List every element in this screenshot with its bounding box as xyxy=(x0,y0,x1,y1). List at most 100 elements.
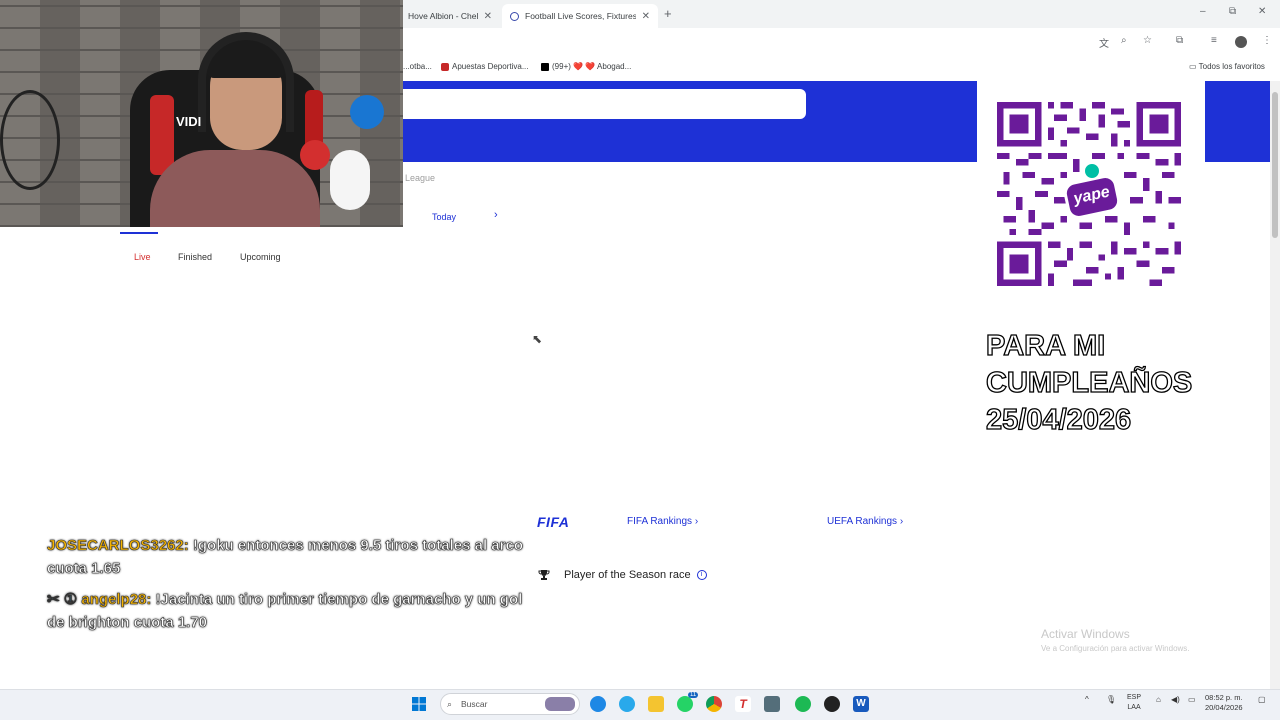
taskbar-search-input[interactable]: ⌕ Buscar xyxy=(440,693,580,715)
zoom-icon[interactable]: ⌕ xyxy=(1121,35,1127,46)
activation-title: Activar Windows xyxy=(1041,627,1130,641)
star-icon[interactable]: ☆ xyxy=(1143,35,1152,46)
scrollbar-thumb[interactable] xyxy=(1272,92,1278,238)
player-of-season-label: Player of the Season race xyxy=(564,569,691,581)
new-tab-button[interactable]: + xyxy=(664,6,672,21)
whatsapp-badge: 11 xyxy=(688,692,699,698)
chat-message: JOSECARLOS3262: !goku entonces menos 9.5… xyxy=(47,534,542,580)
chevron-up-icon[interactable]: ^ xyxy=(1085,695,1089,704)
tab-finished[interactable]: Finished xyxy=(178,252,212,262)
info-icon[interactable]: i xyxy=(696,570,707,580)
bookmark-tiktok[interactable]: (99+) ❤️ ❤️ Abogad... xyxy=(541,62,631,71)
clock-date: 20/04/2026 xyxy=(1205,703,1243,712)
text-app-icon[interactable]: T xyxy=(735,696,751,712)
file-explorer-icon[interactable] xyxy=(648,696,664,712)
player-of-season-link[interactable]: Player of the Season race i xyxy=(538,567,707,583)
yape-badge-icon xyxy=(1083,162,1101,180)
close-icon[interactable]: ✕ xyxy=(484,11,492,22)
webcam-balloon xyxy=(350,95,384,129)
fifa-rankings-link[interactable]: FIFA Rankings › xyxy=(627,516,698,527)
bookmark-label: (99+) ❤️ ❤️ Abogad... xyxy=(552,62,632,71)
fifa-rankings-label: FIFA Rankings xyxy=(627,516,693,527)
telegram-icon[interactable] xyxy=(619,696,635,712)
extensions-icon[interactable]: ⧉ xyxy=(1176,35,1183,46)
microphone-icon[interactable]: 🎙 xyxy=(1106,695,1116,704)
clock-time: 08:52 p. m. xyxy=(1205,693,1243,702)
webcam-toy xyxy=(300,140,330,170)
browser-tab-football-live-scores[interactable]: Football Live Scores, Fixtures &... ✕ xyxy=(502,4,658,28)
chat-message: ✂ ① angelp28: !Jacinta un tiro primer ti… xyxy=(47,588,542,634)
windows-start-icon[interactable] xyxy=(411,696,427,712)
stream-chat-overlay: JOSECARLOS3262: !goku entonces menos 9.5… xyxy=(47,534,542,642)
fifa-logo: FIFA xyxy=(537,514,570,530)
bookmark-item[interactable]: ...otba... xyxy=(403,62,432,71)
birthday-message: PARA MI CUMPLEAÑOS 25/04/2026 xyxy=(985,328,1246,439)
notification-icon[interactable]: ▢ xyxy=(1258,695,1266,704)
all-favorites-folder[interactable]: ▭ Todos los favoritos xyxy=(1189,62,1265,71)
search-placeholder: Buscar xyxy=(461,699,488,709)
browser-tab-brighton-chelsea[interactable]: Hove Albion - Chel... ✕ xyxy=(400,4,500,28)
search-input[interactable] xyxy=(403,89,806,119)
tab-active-indicator xyxy=(120,232,158,234)
system-clock[interactable]: 08:52 p. m. 20/04/2026 xyxy=(1205,693,1243,713)
whatsapp-icon[interactable] xyxy=(677,696,693,712)
mouse-cursor-icon: ⬉ xyxy=(532,332,543,346)
volume-icon[interactable]: ◀) xyxy=(1171,695,1180,704)
media-icon[interactable]: ≡ xyxy=(1211,35,1217,46)
close-icon[interactable]: ✕ xyxy=(642,11,650,22)
uefa-rankings-label: UEFA Rankings xyxy=(827,516,898,527)
maximize-button[interactable]: ⧉ xyxy=(1229,6,1236,17)
battery-icon[interactable]: ▭ xyxy=(1188,695,1196,704)
chevron-right-icon: › xyxy=(694,516,699,527)
menu-icon[interactable]: ⋮ xyxy=(1262,35,1272,46)
obs-icon[interactable] xyxy=(824,696,840,712)
edge-icon[interactable] xyxy=(590,696,606,712)
bookmark-label: Apuestas Deportiva... xyxy=(452,62,529,71)
language-indicator[interactable]: ESP LAA xyxy=(1127,693,1141,713)
chair-brand-text: VIDI xyxy=(176,114,202,129)
windows-activation-watermark: Activar Windows Ve a Configuración para … xyxy=(1041,627,1190,653)
headset-icon xyxy=(198,32,294,132)
uefa-rankings-link[interactable]: UEFA Rankings › xyxy=(827,516,903,527)
chevron-right-icon[interactable]: › xyxy=(494,209,498,221)
birthday-line: 25/04/2026 xyxy=(985,403,1132,436)
word-icon[interactable]: W xyxy=(853,696,869,712)
close-window-button[interactable]: ✕ xyxy=(1258,6,1266,17)
webcam-fan xyxy=(0,90,60,190)
tab-title: Football Live Scores, Fixtures &... xyxy=(525,11,636,21)
search-highlight-image xyxy=(545,697,575,711)
windows-taskbar xyxy=(0,689,1280,720)
minimize-button[interactable]: – xyxy=(1200,6,1206,17)
activation-subtitle: Ve a Configuración para activar Windows. xyxy=(1041,644,1190,653)
bookmark-favicon-icon xyxy=(441,62,449,71)
all-favorites-label: Todos los favoritos xyxy=(1198,62,1265,71)
language-code: ESP xyxy=(1127,694,1142,701)
spotify-icon[interactable] xyxy=(795,696,811,712)
chat-badges: ✂ ① xyxy=(47,591,78,609)
webcam-feed: VIDI xyxy=(0,0,403,227)
tab-upcoming[interactable]: Upcoming xyxy=(240,252,281,262)
network-icon[interactable]: ⌂ xyxy=(1156,695,1161,704)
calculator-icon[interactable] xyxy=(764,696,780,712)
site-favicon-icon xyxy=(510,11,519,21)
date-selector-today[interactable]: Today xyxy=(432,212,456,222)
tab-live[interactable]: Live xyxy=(134,252,151,262)
search-icon: ⌕ xyxy=(447,698,453,709)
profile-avatar[interactable] xyxy=(1235,36,1247,48)
chat-username: JOSECARLOS3262: xyxy=(47,537,189,555)
keyboard-layout: LAA xyxy=(1127,704,1141,711)
webcam-person-shirt xyxy=(150,150,320,227)
translate-icon[interactable]: 文 xyxy=(1099,35,1109,50)
webcam-chair-accent xyxy=(150,95,174,175)
tiktok-icon xyxy=(541,62,549,71)
birthday-line: PARA MI xyxy=(985,329,1106,362)
chat-username: angelp28: xyxy=(81,591,152,609)
chevron-right-icon: › xyxy=(899,516,904,527)
league-label: League xyxy=(405,173,436,183)
webcam-plush-toy xyxy=(330,150,370,210)
birthday-line: CUMPLEAÑOS xyxy=(985,366,1193,399)
site-header-banner-right xyxy=(1205,81,1270,162)
tab-title: Hove Albion - Chel... xyxy=(408,11,478,21)
chrome-icon[interactable] xyxy=(706,696,722,712)
bookmark-apuestas[interactable]: Apuestas Deportiva... xyxy=(441,62,528,71)
